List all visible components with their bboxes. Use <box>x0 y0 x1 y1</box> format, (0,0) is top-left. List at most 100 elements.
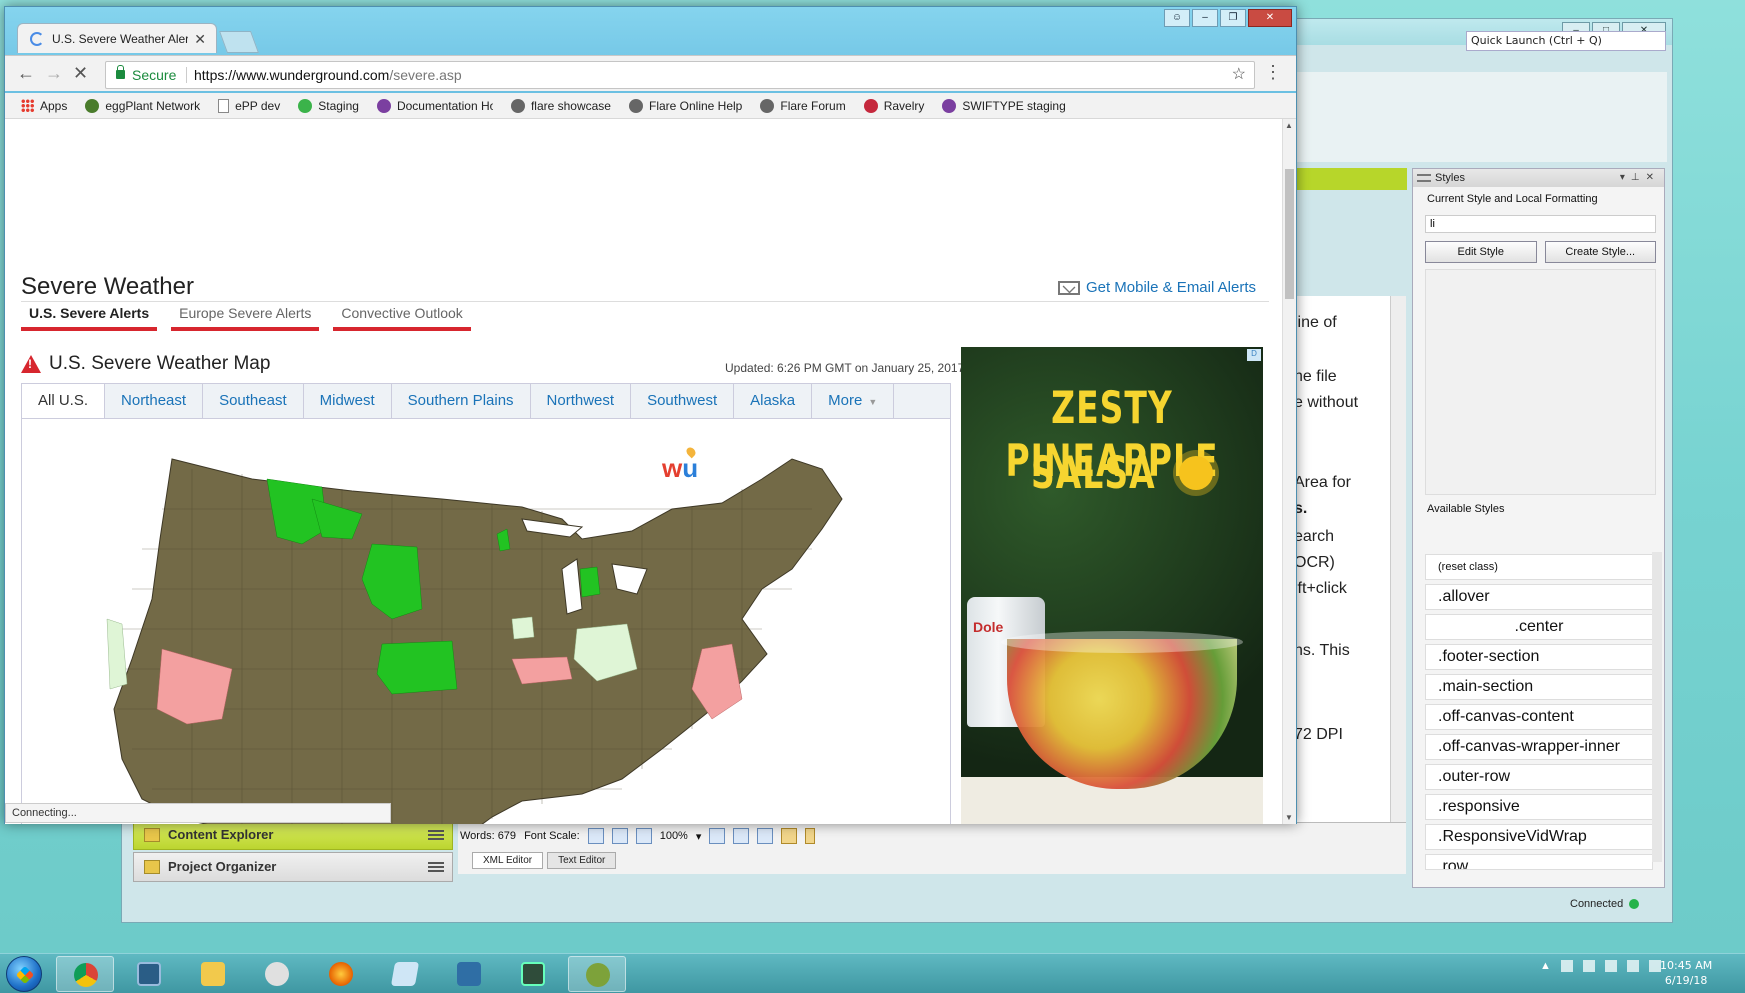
map-title: U.S. Severe Weather Map <box>49 353 271 374</box>
app-taskbar-icon[interactable] <box>120 956 178 992</box>
style-item[interactable]: .footer-section <box>1425 644 1653 670</box>
forward-arrow-icon[interactable]: → <box>45 64 63 82</box>
content-explorer-tab[interactable]: Content Explorer <box>133 820 453 850</box>
bookmark-flare-help[interactable]: Flare Online Help <box>628 98 742 113</box>
new-tab-button[interactable] <box>218 31 260 53</box>
clock[interactable]: 10:45 AM 6/19/18 <box>1660 958 1712 988</box>
snipping-tool-icon[interactable] <box>248 956 306 992</box>
notes-taskbar-icon[interactable] <box>376 956 434 992</box>
scroll-down-icon[interactable]: ▼ <box>1285 813 1293 822</box>
style-item[interactable]: .off-canvas-wrapper-inner <box>1425 734 1653 760</box>
tab-northwest[interactable]: Northwest <box>531 384 632 418</box>
updated-timestamp: Updated: 6:26 PM GMT on January 25, 2017 <box>725 361 965 375</box>
edit-style-button[interactable]: Edit Style <box>1425 241 1537 263</box>
project-organizer-tab[interactable]: Project Organizer <box>133 852 453 882</box>
zoom-out-icon[interactable] <box>587 828 604 844</box>
zoom-in-icon[interactable] <box>635 828 652 844</box>
grip-icon[interactable] <box>1417 174 1431 182</box>
mobile-alerts-link[interactable]: Get Mobile & Email Alerts <box>1057 279 1256 296</box>
address-bar[interactable]: Secure https://www.wunderground.com/seve… <box>105 61 1255 89</box>
loading-spinner-icon <box>30 32 44 46</box>
document-scrollbar[interactable] <box>1390 296 1406 836</box>
create-style-button[interactable]: Create Style... <box>1544 241 1656 263</box>
ad-choices-icon[interactable]: D <box>1247 349 1261 361</box>
scroll-up-icon[interactable]: ▲ <box>1285 121 1293 130</box>
device-icon[interactable] <box>1582 960 1595 972</box>
document-editor[interactable]: line of he file e without Area for s. ea… <box>1290 296 1398 836</box>
layout-icon[interactable] <box>733 828 750 844</box>
stop-icon[interactable]: ✕ <box>73 64 88 82</box>
style-item[interactable]: .center <box>1425 614 1653 640</box>
security-taskbar-icon[interactable] <box>440 956 498 992</box>
panel-controls[interactable]: ▾⊥✕ <box>1620 169 1660 187</box>
bookmark-flare-forum[interactable]: Flare Forum <box>760 98 846 113</box>
bookmark-epp-dev[interactable]: ePP dev <box>218 98 280 113</box>
bookmark-apps[interactable]: Apps <box>21 99 67 113</box>
tab-midwest[interactable]: Midwest <box>304 384 392 418</box>
style-item[interactable]: .off-canvas-content <box>1425 704 1653 730</box>
ruler-icon[interactable] <box>781 828 798 844</box>
firefox-taskbar-icon[interactable] <box>312 956 370 992</box>
tab-southwest[interactable]: Southwest <box>631 384 735 418</box>
styles-scrollbar[interactable] <box>1652 552 1662 862</box>
zoom-select[interactable]: 100% <box>660 830 688 842</box>
folder-taskbar-icon[interactable] <box>184 956 242 992</box>
tab-convective-outlook[interactable]: Convective Outlook <box>333 305 471 331</box>
back-arrow-icon[interactable]: ← <box>17 64 35 82</box>
scrollbar-thumb[interactable] <box>1285 169 1294 299</box>
style-item[interactable]: (reset class) <box>1425 554 1653 580</box>
layout-icon[interactable] <box>757 828 774 844</box>
restore-button[interactable]: ❐ <box>1220 9 1246 27</box>
chevron-down-icon[interactable]: ▾ <box>696 830 702 843</box>
tab-southeast[interactable]: Southeast <box>203 384 304 418</box>
network-icon[interactable] <box>1626 960 1639 972</box>
bookmark-documentation[interactable]: Documentation Hom <box>376 98 493 113</box>
tab-southern-plains[interactable]: Southern Plains <box>392 384 531 418</box>
bookmark-staging[interactable]: Staging <box>298 98 359 113</box>
tab-alaska[interactable]: Alaska <box>734 384 813 418</box>
tab-northeast[interactable]: Northeast <box>105 384 204 418</box>
page-icon <box>218 98 230 113</box>
advertisement[interactable]: D ZESTY PINEAPPLE SALSA Dole <box>961 347 1263 824</box>
bookmark-star-icon[interactable]: ☆ <box>1232 62 1246 88</box>
style-item[interactable]: .outer-row <box>1425 764 1653 790</box>
close-button[interactable]: ✕ <box>1248 9 1292 27</box>
bookmark-ravelry[interactable]: Ravelry <box>863 98 924 113</box>
style-item[interactable]: .ResponsiveVidWrap <box>1425 824 1653 850</box>
close-icon[interactable]: ✕ <box>194 24 206 54</box>
style-item[interactable]: .allover <box>1425 584 1653 610</box>
page-scrollbar[interactable]: ▲ ▼ <box>1282 119 1296 824</box>
severe-weather-map[interactable]: wu <box>21 419 951 824</box>
style-item[interactable]: .responsive <box>1425 794 1653 820</box>
doc-text: OCR) <box>1294 554 1335 571</box>
bookmark-eggplant[interactable]: eggPlant Network <box>85 98 200 113</box>
flag-icon[interactable] <box>1560 960 1573 972</box>
menu-icon[interactable] <box>428 830 444 840</box>
menu-icon[interactable] <box>428 862 444 872</box>
monitor-taskbar-icon[interactable] <box>504 956 562 992</box>
text-editor-tab[interactable]: Text Editor <box>547 852 617 869</box>
user-icon[interactable]: ☺ <box>1164 9 1190 27</box>
chrome-taskbar-icon[interactable] <box>56 956 114 992</box>
bookmark-swiftype[interactable]: SWIFTYPE staging <box>942 98 1066 113</box>
zoom-reset-icon[interactable] <box>611 828 628 844</box>
tab-us-severe-alerts[interactable]: U.S. Severe Alerts <box>21 305 158 331</box>
tab-all-us[interactable]: All U.S. <box>22 384 106 418</box>
bookmark-flare-showcase[interactable]: flare showcase <box>510 98 611 113</box>
browser-tab[interactable]: U.S. Severe Weather Alerts ✕ <box>17 23 217 53</box>
style-item[interactable]: .row <box>1425 854 1653 870</box>
tab-more[interactable]: More ▼ <box>812 384 895 418</box>
salsa-bowl <box>1007 639 1237 789</box>
start-button[interactable] <box>6 956 42 992</box>
chevron-up-icon[interactable]: ▲ <box>1540 960 1551 972</box>
ruler-icon[interactable] <box>805 828 816 844</box>
tab-europe-severe-alerts[interactable]: Europe Severe Alerts <box>171 305 320 331</box>
quick-launch-input[interactable]: Quick Launch (Ctrl + Q) <box>1466 31 1666 51</box>
flare-taskbar-icon[interactable] <box>568 956 626 992</box>
style-item[interactable]: .main-section <box>1425 674 1653 700</box>
browser-menu-icon[interactable]: ⋮ <box>1264 62 1282 83</box>
xml-editor-tab[interactable]: XML Editor <box>472 852 544 869</box>
app-tray-icon[interactable] <box>1604 960 1617 972</box>
layout-icon[interactable] <box>709 828 726 844</box>
minimize-button[interactable]: – <box>1192 9 1218 27</box>
